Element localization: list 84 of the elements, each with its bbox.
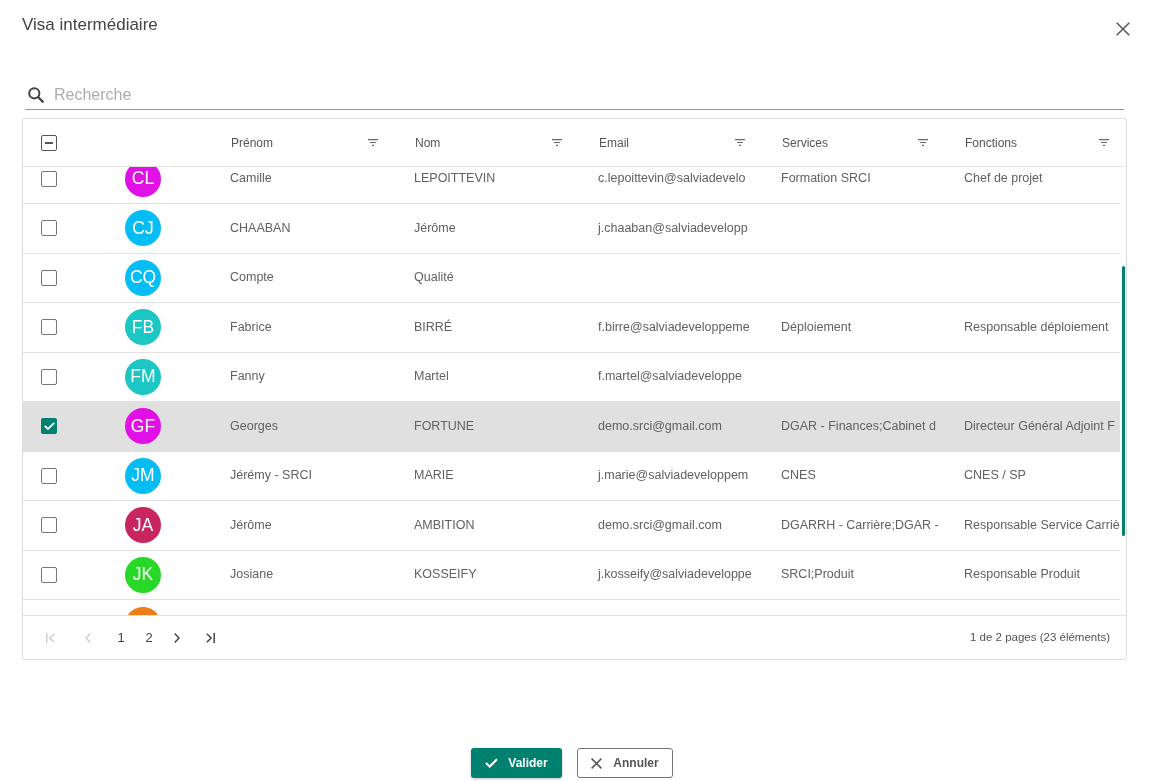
cancel-button[interactable]: Annuler bbox=[577, 748, 673, 778]
checkbox[interactable] bbox=[41, 368, 57, 385]
table-cell-text: demo.srci@gmail.com bbox=[598, 516, 722, 534]
close-button[interactable] bbox=[1116, 22, 1130, 36]
avatar: CQ bbox=[125, 259, 161, 296]
table-cell-text: AMBITION bbox=[414, 516, 475, 534]
avatar: JK bbox=[125, 556, 161, 593]
close-icon bbox=[1116, 22, 1130, 36]
avatar: JA bbox=[125, 507, 161, 544]
checkbox[interactable] bbox=[41, 269, 57, 286]
table-cell-text: f.birre@salviadeveloppeme bbox=[598, 318, 750, 336]
checkbox[interactable] bbox=[41, 319, 57, 336]
table-cell-text: LEPOITTEVIN bbox=[414, 170, 496, 188]
table-cell-text: Formation SRCI bbox=[781, 170, 871, 188]
avatar: CJ bbox=[125, 210, 161, 247]
validate-button[interactable]: Valider bbox=[471, 748, 562, 778]
avatar: CL bbox=[125, 167, 161, 197]
pagination-summary: 1 de 2 pages (23 éléments) bbox=[970, 629, 1110, 645]
column-header: Nom bbox=[415, 134, 441, 152]
select-all-checkbox[interactable] bbox=[41, 134, 57, 151]
column-header: Prénom bbox=[231, 134, 274, 152]
table-cell-text: j.chaaban@salviadevelopp bbox=[598, 219, 748, 237]
checkbox[interactable] bbox=[41, 566, 57, 583]
table-cell-text: Jérémy - SRCI bbox=[230, 467, 312, 485]
table-cell-text: Responsable déploiement bbox=[964, 318, 1109, 336]
table-cell-text: Georges bbox=[230, 417, 278, 435]
table-cell-text: Fabrice bbox=[230, 318, 272, 336]
filter-icon[interactable] bbox=[368, 139, 378, 146]
avatar: FM bbox=[125, 358, 161, 395]
table-cell-text: FORTUNE bbox=[414, 417, 475, 435]
page-button[interactable]: 2 bbox=[137, 625, 161, 650]
column-header: Services bbox=[782, 134, 828, 152]
table-cell-text: KOSSEIFY bbox=[414, 566, 477, 584]
check-icon bbox=[485, 758, 499, 768]
table-cell-text: CHAABAN bbox=[230, 219, 291, 237]
checkbox[interactable] bbox=[41, 517, 57, 534]
table-cell-text: j.marie@salviadeveloppem bbox=[598, 467, 749, 485]
avatar: JM bbox=[125, 457, 161, 494]
filter-icon[interactable] bbox=[918, 139, 928, 146]
filter-icon[interactable] bbox=[735, 139, 745, 146]
filter-icon[interactable] bbox=[1099, 139, 1109, 146]
table-cell-text: SRCI;Produit bbox=[781, 566, 854, 584]
search-field[interactable]: Recherche bbox=[25, 81, 1124, 110]
search-icon bbox=[28, 87, 44, 103]
avatar: FB bbox=[125, 309, 161, 346]
table-cell-text: BIRRÉ bbox=[414, 318, 453, 336]
table-cell-text: j.kosseify@salviadeveloppe bbox=[598, 566, 752, 584]
close-icon bbox=[591, 757, 603, 769]
table-cell-text: DGARRH - Carrière;DGAR - bbox=[781, 516, 939, 534]
table-cell-text: Josiane bbox=[230, 566, 274, 584]
checkbox[interactable] bbox=[41, 220, 57, 237]
table-cell-text: Qualité bbox=[414, 269, 454, 287]
table-row[interactable]: GF Georges FORTUNE demo.srci@gmail.com DGAR - Finances;Cabinet d Directeur Général Adjoint F bbox=[23, 402, 1120, 452]
page-button[interactable]: 1 bbox=[109, 625, 133, 650]
checkbox[interactable] bbox=[41, 418, 57, 435]
checkbox[interactable] bbox=[41, 467, 57, 484]
table-cell-text: MARIE bbox=[414, 467, 454, 485]
table-row[interactable]: CL Camille LEPOITTEVIN c.lepoittevin@salviadevelo Formation SRCI Chef de projet bbox=[23, 167, 1120, 204]
checkbox[interactable] bbox=[41, 170, 57, 187]
table-cell-text: Directeur Général Adjoint F bbox=[964, 417, 1115, 435]
dash-icon bbox=[45, 141, 53, 144]
avatar: GF bbox=[125, 408, 161, 445]
table-cell-text: Fanny bbox=[230, 368, 265, 386]
table-cell-text: CNES / SP bbox=[964, 467, 1026, 485]
table-cell-text: Chef de projet bbox=[964, 170, 1043, 188]
column-header: Email bbox=[599, 134, 629, 152]
table-cell-text: Camille bbox=[230, 170, 272, 188]
table-cell-text: c.lepoittevin@salviadevelo bbox=[598, 170, 746, 188]
check-icon bbox=[43, 422, 55, 431]
filter-icon[interactable] bbox=[552, 139, 562, 146]
table-cell-text: Responsable Produit bbox=[964, 566, 1081, 584]
dialog-title: Visa intermédiaire bbox=[22, 15, 158, 35]
table-cell-text: Compte bbox=[230, 269, 274, 287]
table-cell-text: Responsable Service Carriè bbox=[964, 516, 1120, 534]
scrollbar-thumb[interactable] bbox=[1122, 266, 1125, 536]
table-cell-text: Martel bbox=[414, 368, 449, 386]
table-cell-text: Déploiement bbox=[781, 318, 852, 336]
table-cell-text: DGAR - Finances;Cabinet d bbox=[781, 417, 936, 435]
table-cell-text: Jérôme bbox=[230, 516, 272, 534]
table-cell-text: Jérôme bbox=[414, 219, 456, 237]
table-cell-text: CNES bbox=[781, 467, 816, 485]
table-cell-text: demo.srci@gmail.com bbox=[598, 417, 722, 435]
table-cell-text: f.martel@salviadeveloppe bbox=[598, 368, 742, 386]
column-header: Fonctions bbox=[965, 134, 1018, 152]
